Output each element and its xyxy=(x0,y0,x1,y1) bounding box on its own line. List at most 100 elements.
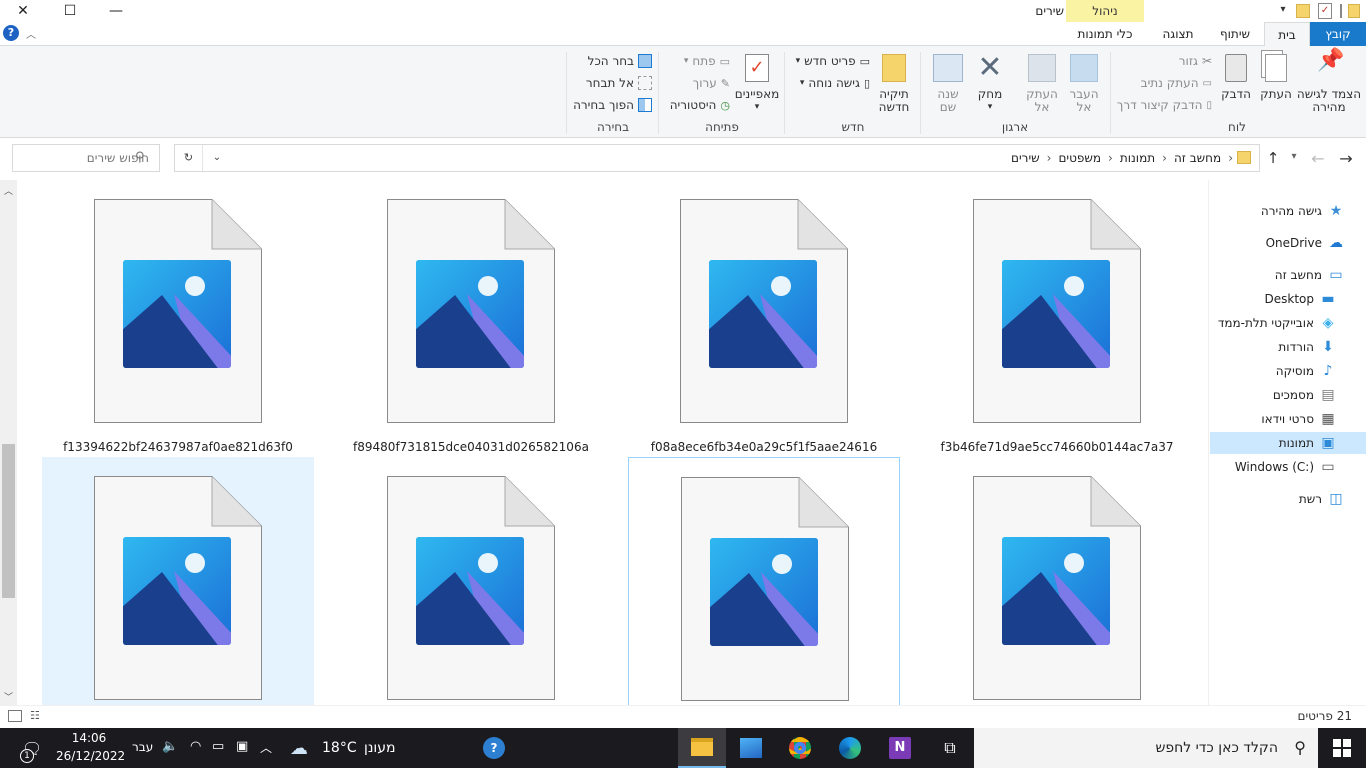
forward-arrow-icon[interactable]: ← xyxy=(1308,149,1328,169)
details-view-icon[interactable] xyxy=(8,710,22,722)
paste-shortcut-button[interactable]: הדבק קיצור דרך ▯ xyxy=(1114,98,1212,112)
copy-button[interactable]: העתק xyxy=(1258,54,1294,101)
breadcrumb-sentences[interactable]: משפטים xyxy=(1058,151,1101,165)
weather-temp[interactable]: 18°C xyxy=(322,740,357,756)
clock-date[interactable]: 26/12/2022 xyxy=(56,749,125,763)
copy-icon xyxy=(1265,54,1287,82)
scroll-up-icon[interactable]: ︿ xyxy=(4,184,13,197)
nav-item[interactable]: מוסיקה ♪ xyxy=(1210,360,1366,382)
nav-item[interactable]: תמונות ▣ xyxy=(1210,432,1366,454)
rename-icon xyxy=(933,54,963,82)
file-tile[interactable]: f08a8ece6fb34e0a29c5f1f5aae24616 xyxy=(628,180,900,454)
tab-picture-tools[interactable]: כלי תמונות xyxy=(1066,22,1144,46)
file-explorer-icon xyxy=(691,738,713,756)
new-folder-button[interactable]: תיקיה חדשה xyxy=(874,54,914,114)
open-button[interactable]: ▾ פתח ▭ xyxy=(666,54,730,68)
invert-selection-button[interactable]: הפוך בחירה xyxy=(564,98,652,112)
paste-button[interactable]: הדבק xyxy=(1218,54,1254,101)
edge-button[interactable] xyxy=(826,728,874,768)
nav-item[interactable]: OneDrive ☁ xyxy=(1210,232,1366,254)
file-tile[interactable] xyxy=(42,457,314,705)
file-tile[interactable]: f13394622bf24637987af0ae821d63f0 xyxy=(42,180,314,454)
select-all-button[interactable]: בחר הכל xyxy=(574,54,652,68)
large-icons-view-icon[interactable]: ☷ xyxy=(30,709,44,723)
ribbon-separator xyxy=(566,52,567,134)
move-to-button[interactable]: העבר אל xyxy=(1064,54,1104,114)
tab-file[interactable]: קובץ xyxy=(1310,22,1366,46)
recent-locations-icon[interactable]: ▾ xyxy=(1288,151,1300,167)
nav-item[interactable]: מחשב זה ▭ xyxy=(1210,264,1366,286)
clock-time[interactable]: 14:06 xyxy=(56,731,122,745)
qat-properties-icon[interactable]: ✓ xyxy=(1318,3,1332,19)
nav-item-label: OneDrive xyxy=(1265,236,1322,250)
select-all-icon xyxy=(638,54,652,68)
address-dropdown-icon[interactable]: ⌄ xyxy=(207,145,227,171)
close-button[interactable]: ✕ xyxy=(0,0,46,22)
file-tile[interactable] xyxy=(628,457,900,705)
new-item-label: פריט חדש xyxy=(804,54,856,68)
select-none-button[interactable]: אל תבחר xyxy=(574,76,652,90)
wifi-icon[interactable]: ◠ xyxy=(190,739,201,754)
scroll-down-icon[interactable]: ﹀ xyxy=(4,690,13,703)
maximize-button[interactable]: ☐ xyxy=(47,0,93,22)
nav-item[interactable]: מסמכים ▤ xyxy=(1210,384,1366,406)
breadcrumb-this-pc[interactable]: מחשב זה xyxy=(1174,151,1221,165)
history-button[interactable]: היסטוריה ◷ xyxy=(660,98,730,112)
copy-to-button[interactable]: העתק אל xyxy=(1022,54,1062,114)
nav-item[interactable]: הורדות ⬇ xyxy=(1210,336,1366,358)
nav-item[interactable]: Windows (C:) ▭ xyxy=(1210,456,1366,478)
tab-view[interactable]: תצוגה xyxy=(1150,22,1206,46)
nav-item[interactable]: Desktop ▬ xyxy=(1210,288,1366,310)
meet-now-icon[interactable]: ▣ xyxy=(236,739,248,754)
new-item-button[interactable]: ▾ פריט חדש ▭ xyxy=(790,54,870,68)
address-field[interactable]: ‹ מחשב זה ‹ תמונות ‹ משפטים ‹ שירים ↻ ⌄ xyxy=(174,144,1260,172)
nav-item[interactable]: רשת ◫ xyxy=(1210,488,1366,510)
file-explorer-button[interactable] xyxy=(678,728,726,768)
weather-text[interactable]: מעונן xyxy=(364,740,396,756)
qat-folder-icon[interactable] xyxy=(1296,4,1310,18)
collapse-ribbon-icon[interactable]: ︿ xyxy=(26,26,40,41)
copy-path-button[interactable]: העתק נתיב ▭ xyxy=(1120,76,1212,90)
nav-item-label: מחשב זה xyxy=(1274,268,1322,282)
file-tile[interactable] xyxy=(335,457,607,705)
delete-button[interactable]: ✕ מחק ▾ xyxy=(972,53,1008,114)
up-arrow-icon[interactable]: ↑ xyxy=(1264,149,1282,169)
input-language[interactable]: עבר xyxy=(132,740,153,754)
vertical-scrollbar[interactable]: ︿ ﹀ xyxy=(0,180,17,705)
properties-button[interactable]: ✓ מאפיינים ▾ xyxy=(734,54,780,114)
edit-button[interactable]: ערוך ✎ xyxy=(666,76,730,90)
volume-icon[interactable]: 🔈 xyxy=(162,739,178,754)
back-arrow-icon[interactable]: → xyxy=(1336,149,1356,169)
help-app-button[interactable]: ? xyxy=(470,728,518,768)
search-field[interactable]: חיפוש שירים ⚲ xyxy=(12,144,160,172)
file-tile[interactable] xyxy=(921,457,1193,705)
start-button[interactable] xyxy=(1318,728,1366,768)
pin-quick-access-button[interactable]: 📌 הצמד לגישה מהירה xyxy=(1296,50,1362,114)
task-view-button[interactable]: ⧉ xyxy=(926,728,974,768)
scrollbar-thumb[interactable] xyxy=(2,444,15,598)
breadcrumb-pictures[interactable]: תמונות xyxy=(1120,151,1155,165)
onenote-button[interactable]: N xyxy=(876,728,924,768)
nav-item-label: מסמכים xyxy=(1272,388,1314,402)
cut-button[interactable]: גזור ✂ xyxy=(1150,54,1212,68)
show-hidden-icons-icon[interactable]: ︿ xyxy=(260,739,272,756)
file-tile[interactable]: f3b46fe71d9ae5cc74660b0144ac7a37 xyxy=(921,180,1193,454)
help-button[interactable]: ? xyxy=(0,22,22,44)
qat-dropdown-icon[interactable]: ▾ xyxy=(1276,4,1290,18)
tab-share[interactable]: שיתוף xyxy=(1210,22,1260,46)
battery-icon[interactable]: ▭ xyxy=(212,739,224,754)
photos-button[interactable] xyxy=(727,728,775,768)
taskbar-search-input[interactable]: הקלד כאן כדי לחפש xyxy=(1155,740,1278,756)
nav-item[interactable]: סרטי וידאו ▦ xyxy=(1210,408,1366,430)
tab-home[interactable]: בית xyxy=(1264,22,1310,47)
nav-item[interactable]: אובייקטי תלת-ממד ◈ xyxy=(1210,312,1366,334)
taskbar-search-box[interactable]: ⚲ הקלד כאן כדי לחפש xyxy=(974,728,1318,768)
refresh-icon[interactable]: ↻ xyxy=(175,145,203,171)
file-tile[interactable]: f89480f731815dce04031d026582106a xyxy=(335,180,607,454)
minimize-button[interactable]: — xyxy=(93,0,139,22)
chrome-button[interactable] xyxy=(776,728,824,768)
breadcrumb-songs[interactable]: שירים xyxy=(1011,151,1040,165)
easy-access-button[interactable]: ▾ גישה נוחה ▯ xyxy=(790,76,870,90)
nav-item[interactable]: גישה מהירה ★ xyxy=(1210,200,1366,222)
rename-button[interactable]: שנה שם xyxy=(930,54,966,114)
